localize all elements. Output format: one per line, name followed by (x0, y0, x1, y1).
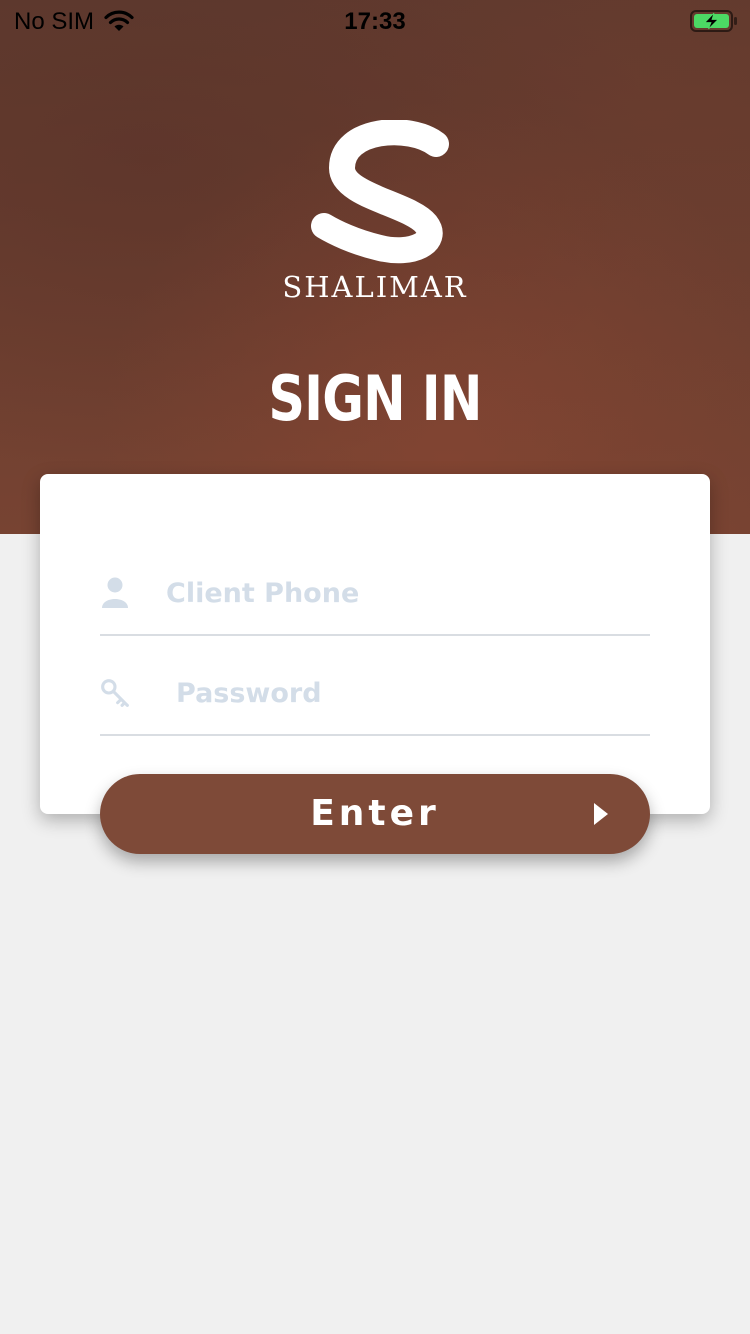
password-input[interactable] (176, 668, 616, 718)
login-card (40, 474, 710, 814)
key-icon (101, 679, 129, 707)
battery-charging-icon (690, 10, 737, 32)
status-bar: No SIM 17:33 (0, 0, 750, 40)
enter-button-label: Enter (310, 793, 440, 834)
password-field (100, 666, 650, 736)
brand-name: SHALIMAR (282, 270, 468, 304)
page-title: SIGN IN (268, 362, 482, 435)
enter-button[interactable]: Enter (100, 774, 650, 854)
user-icon (102, 577, 128, 608)
clock: 17:33 (344, 8, 406, 35)
phone-field (100, 566, 650, 636)
phone-input[interactable] (166, 568, 606, 618)
chevron-right-icon (594, 803, 608, 825)
